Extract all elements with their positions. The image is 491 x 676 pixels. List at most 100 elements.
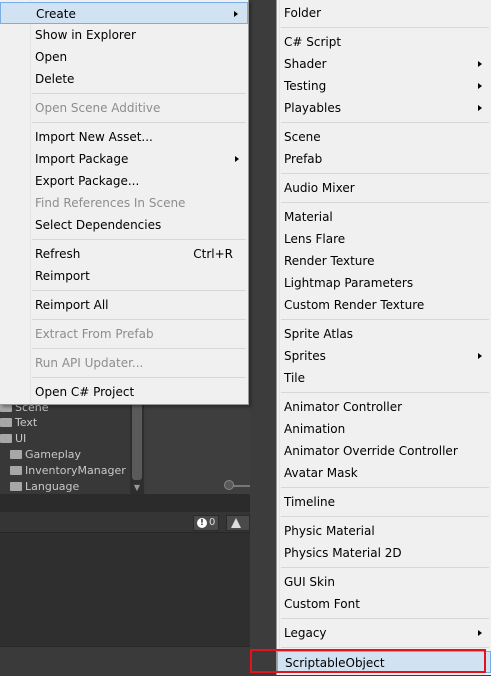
tree-item-ui[interactable]: UI: [0, 431, 26, 447]
menu-item-label: C# Script: [284, 35, 342, 49]
menu-item-export-package[interactable]: Export Package...: [0, 170, 248, 192]
submenu-item-scene[interactable]: Scene: [277, 126, 491, 148]
submenu-item-prefab[interactable]: Prefab: [277, 148, 491, 170]
menu-separator: [32, 122, 246, 123]
menu-item-label: Animator Override Controller: [284, 444, 458, 458]
submenu-item-timeline[interactable]: Timeline: [277, 491, 491, 513]
submenu-item-custom-font[interactable]: Custom Font: [277, 593, 491, 615]
menu-item-label: Legacy: [284, 626, 327, 640]
submenu-item-scriptableobject[interactable]: ScriptableObject: [277, 651, 491, 673]
menu-item-label: Animator Controller: [284, 400, 403, 414]
tree-item-text[interactable]: Text: [0, 415, 37, 431]
submenu-arrow-icon: [478, 353, 482, 359]
menu-separator: [32, 348, 246, 349]
submenu-item-lightmap-parameters[interactable]: Lightmap Parameters: [277, 272, 491, 294]
status-bar: [0, 646, 250, 676]
folder-icon: [0, 434, 12, 443]
menu-item-label: Sprite Atlas: [284, 327, 354, 341]
menu-item-label: GUI Skin: [284, 575, 335, 589]
error-icon: !: [197, 518, 207, 528]
menu-item-label: Lightmap Parameters: [284, 276, 414, 290]
menu-item-label: Timeline: [284, 495, 336, 509]
menu-item-label: Testing: [284, 79, 327, 93]
folder-icon: [10, 466, 22, 475]
menu-item-label: Scene: [284, 130, 321, 144]
submenu-item-sprite-atlas[interactable]: Sprite Atlas: [277, 323, 491, 345]
menu-separator: [32, 377, 246, 378]
submenu-arrow-icon: [234, 11, 238, 17]
menu-separator: [281, 392, 489, 393]
menu-item-label: Render Texture: [284, 254, 375, 268]
menu-item-show-in-explorer[interactable]: Show in Explorer: [0, 24, 248, 46]
submenu-item-audio-mixer[interactable]: Audio Mixer: [277, 177, 491, 199]
panel-divider: [0, 494, 250, 512]
submenu-item-physic-material[interactable]: Physic Material: [277, 520, 491, 542]
submenu-item-material[interactable]: Material: [277, 206, 491, 228]
submenu-item-folder[interactable]: Folder: [277, 2, 491, 24]
menu-item-label: Physic Material: [284, 524, 375, 538]
menu-item-label: Extract From Prefab: [35, 327, 154, 341]
zoom-slider-thumb[interactable]: [224, 480, 234, 490]
submenu-item-csharp-script[interactable]: C# Script: [277, 31, 491, 53]
submenu-item-legacy[interactable]: Legacy: [277, 622, 491, 644]
tree-scrollbar[interactable]: ▼: [130, 400, 144, 494]
menu-item-label: Shader: [284, 57, 327, 71]
menu-separator: [281, 487, 489, 488]
console-warning-toggle[interactable]: [226, 515, 250, 531]
menu-item-label: Open C# Project: [35, 385, 135, 399]
menu-item-open[interactable]: Open: [0, 46, 248, 68]
menu-item-label: Show in Explorer: [35, 28, 136, 42]
submenu-item-tile[interactable]: Tile: [277, 367, 491, 389]
menu-item-find-references: Find References In Scene: [0, 192, 248, 214]
menu-item-label: Reimport: [35, 269, 90, 283]
menu-item-label: Delete: [35, 72, 75, 86]
scroll-down-arrow-icon[interactable]: ▼: [130, 482, 144, 494]
submenu-item-physics-material-2d[interactable]: Physics Material 2D: [277, 542, 491, 564]
menu-separator: [281, 516, 489, 517]
submenu-item-avatar-mask[interactable]: Avatar Mask: [277, 462, 491, 484]
menu-item-label: Create: [36, 7, 76, 21]
menu-item-import-new-asset[interactable]: Import New Asset...: [0, 126, 248, 148]
warning-icon: [231, 518, 241, 528]
submenu-item-shader[interactable]: Shader: [277, 53, 491, 75]
submenu-item-animator-controller[interactable]: Animator Controller: [277, 396, 491, 418]
console-error-toggle[interactable]: ! 0: [193, 515, 220, 531]
submenu-item-sprites[interactable]: Sprites: [277, 345, 491, 367]
menu-item-label: Audio Mixer: [284, 181, 355, 195]
tree-item-label: Text: [15, 416, 38, 429]
menu-item-import-package[interactable]: Import Package: [0, 148, 248, 170]
tree-item-gameplay[interactable]: Gameplay: [10, 447, 81, 463]
menu-item-label: Open: [35, 50, 68, 64]
menu-item-label: Import Package: [35, 152, 129, 166]
submenu-arrow-icon: [478, 630, 482, 636]
menu-item-label: Run API Updater...: [35, 356, 144, 370]
error-count: 0: [209, 517, 216, 528]
submenu-item-playables[interactable]: Playables: [277, 97, 491, 119]
menu-item-reimport-all[interactable]: Reimport All: [0, 294, 248, 316]
submenu-item-render-texture[interactable]: Render Texture: [277, 250, 491, 272]
submenu-item-custom-render-texture[interactable]: Custom Render Texture: [277, 294, 491, 316]
submenu-arrow-icon: [478, 61, 482, 67]
tree-item-language[interactable]: Language: [10, 479, 79, 495]
menu-separator: [281, 647, 489, 648]
menu-separator: [32, 290, 246, 291]
menu-item-reimport[interactable]: Reimport: [0, 265, 248, 287]
menu-item-refresh[interactable]: Refresh Ctrl+R: [0, 243, 248, 265]
menu-item-label: Export Package...: [35, 174, 140, 188]
menu-item-select-dependencies[interactable]: Select Dependencies: [0, 214, 248, 236]
menu-item-label: Folder: [284, 6, 322, 20]
tree-item-label: UI: [15, 432, 27, 445]
menu-item-create[interactable]: Create: [0, 2, 248, 24]
submenu-item-animator-override-controller[interactable]: Animator Override Controller: [277, 440, 491, 462]
scrollbar-thumb[interactable]: [132, 402, 142, 480]
submenu-item-animation[interactable]: Animation: [277, 418, 491, 440]
menu-item-delete[interactable]: Delete: [0, 68, 248, 90]
create-submenu: Folder C# Script Shader Testing Playable…: [276, 0, 491, 675]
submenu-item-lens-flare[interactable]: Lens Flare: [277, 228, 491, 250]
submenu-item-gui-skin[interactable]: GUI Skin: [277, 571, 491, 593]
menu-separator: [281, 202, 489, 203]
tree-item-inventorymanager[interactable]: InventoryManager: [10, 463, 126, 479]
menu-item-open-csharp-project[interactable]: Open C# Project: [0, 381, 248, 403]
submenu-item-testing[interactable]: Testing: [277, 75, 491, 97]
submenu-arrow-icon: [478, 83, 482, 89]
